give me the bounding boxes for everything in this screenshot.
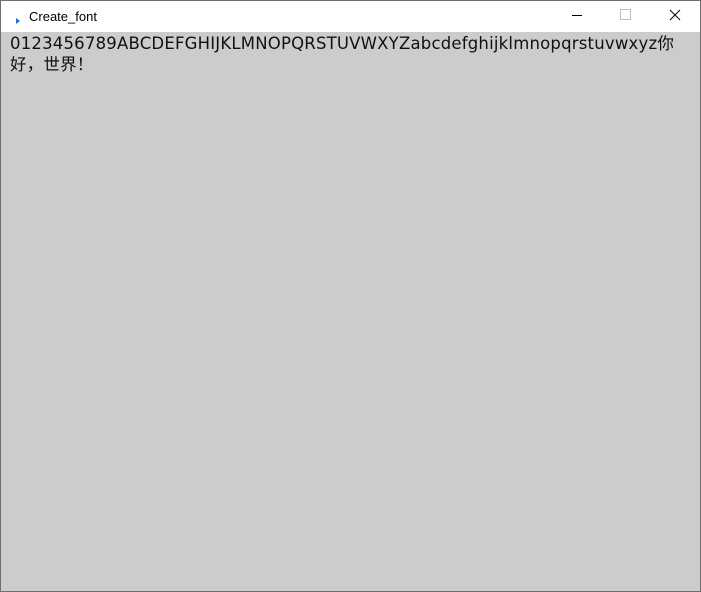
- title-bar[interactable]: Create_font: [1, 1, 700, 32]
- minimize-button[interactable]: [554, 1, 600, 32]
- maximize-button[interactable]: [603, 1, 649, 32]
- maximize-icon: [620, 8, 632, 26]
- close-button[interactable]: [652, 1, 698, 32]
- app-window: Create_font 0123456789ABCDEFGHIJKLMNOPQR…: [0, 0, 701, 592]
- minimize-icon: [571, 8, 583, 26]
- close-icon: [669, 8, 681, 26]
- render-canvas: 0123456789ABCDEFGHIJKLMNOPQRSTUVWXYZabcd…: [1, 32, 700, 591]
- window-title: Create_font: [29, 9, 97, 24]
- font-sample-text: 0123456789ABCDEFGHIJKLMNOPQRSTUVWXYZabcd…: [10, 34, 675, 74]
- play-triangle-icon: [15, 12, 21, 24]
